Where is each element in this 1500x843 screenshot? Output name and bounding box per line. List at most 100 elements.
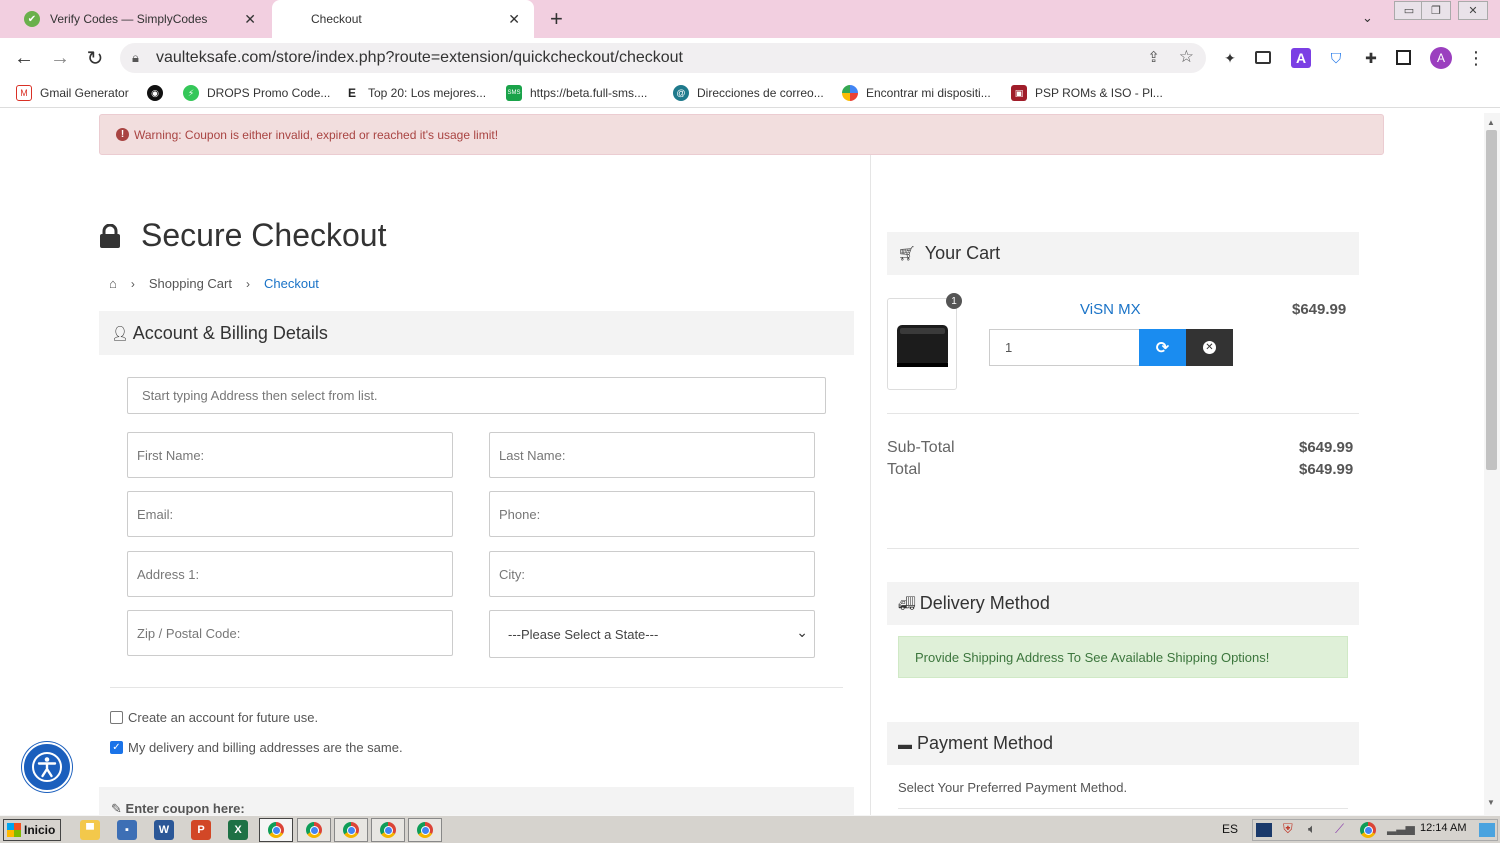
zip-field[interactable]: Zip / Postal Code: — [127, 610, 453, 656]
read-aloud-icon[interactable]: ✦ — [1220, 48, 1240, 68]
cart-icon: 🛒︎ — [898, 245, 916, 261]
side-panel-icon[interactable] — [1396, 50, 1411, 65]
scroll-down-icon[interactable]: ▼ — [1487, 798, 1495, 807]
checkbox-unchecked[interactable] — [110, 711, 123, 724]
shield-icon[interactable]: ⛉ — [1326, 48, 1346, 68]
mail-globe-icon: @ — [673, 85, 689, 101]
taskbar-chrome-window[interactable] — [371, 818, 405, 842]
product-thumbnail[interactable] — [887, 298, 957, 390]
bookmark-item[interactable]: ⚡ DROPS Promo Code... — [183, 85, 330, 101]
gmail-generator-icon: M — [16, 85, 32, 101]
tab-checkout[interactable]: Checkout ✕ — [272, 0, 534, 38]
shipping-info-alert: Provide Shipping Address To See Availabl… — [898, 636, 1348, 678]
volume-icon[interactable]: 🔈︎ — [1308, 821, 1316, 837]
address1-field[interactable]: Address 1: — [127, 551, 453, 597]
product-name-link[interactable]: ViSN MX — [1080, 301, 1141, 318]
chrome-icon[interactable] — [1360, 822, 1376, 838]
extension-a-icon[interactable]: A — [1291, 48, 1311, 68]
clock: 12:14 AM — [1420, 822, 1467, 834]
same-address-checkbox[interactable]: ✓ My delivery and billing addresses are … — [110, 740, 403, 755]
language-indicator[interactable]: ES — [1222, 822, 1238, 836]
divider — [898, 808, 1348, 809]
page-title: Secure Checkout — [141, 217, 387, 253]
taskbar-chrome-window[interactable] — [259, 818, 293, 842]
bookmark-star-icon[interactable]: ☆ — [1179, 47, 1194, 67]
accessibility-button[interactable] — [22, 742, 72, 792]
breadcrumb-checkout[interactable]: Checkout — [264, 276, 319, 291]
picture-in-picture-icon[interactable] — [1255, 51, 1271, 64]
back-icon[interactable]: ← — [10, 44, 38, 72]
powerpoint-icon[interactable]: P — [191, 820, 211, 840]
bookmark-item[interactable]: E Top 20: Los mejores... — [344, 85, 486, 101]
start-button[interactable]: Inicio — [3, 819, 61, 841]
tab-strip: ✔ Verify Codes — SimplyCodes ✕ Checkout … — [0, 0, 1500, 38]
security-icon[interactable]: ⛨ — [1283, 821, 1293, 837]
bookmark-item[interactable]: ◉ — [147, 85, 171, 101]
bookmark-item[interactable]: SMS https://beta.full-sms.... — [506, 85, 647, 101]
web-page: ! Warning: Coupon is either invalid, exp… — [0, 113, 1484, 815]
phone-field[interactable]: Phone: — [489, 491, 815, 537]
share-icon[interactable]: ⇪ — [1147, 48, 1160, 66]
simplycodes-icon: ✔ — [24, 11, 40, 27]
bookmark-item[interactable]: ▣ PSP ROMs & ISO - Pl... — [1011, 85, 1163, 101]
refresh-quantity-button[interactable]: ⟳ — [1139, 329, 1186, 366]
menu-icon[interactable]: ⋮ — [1466, 48, 1486, 68]
chrome-icon — [343, 822, 359, 838]
excel-icon[interactable]: X — [228, 820, 248, 840]
safe-product-image — [897, 325, 948, 367]
chevron-down-icon[interactable]: ⌄ — [1362, 10, 1373, 26]
payment-method-header: ▬ Payment Method — [887, 722, 1359, 765]
divider — [110, 687, 843, 688]
network-monitor-icon[interactable] — [1256, 823, 1272, 837]
checkbox-checked[interactable]: ✓ — [110, 741, 123, 754]
folder-icon[interactable]: ▀ — [80, 820, 100, 840]
close-icon[interactable]: ✕ — [508, 11, 520, 28]
divider — [887, 413, 1359, 414]
scrollbar-thumb[interactable] — [1486, 130, 1497, 470]
signal-icon[interactable]: ▂▃▅ — [1387, 821, 1415, 835]
address-search-input[interactable]: Start typing Address then select from li… — [127, 377, 826, 414]
taskbar-chrome-window[interactable] — [334, 818, 368, 842]
first-name-field[interactable]: First Name: — [127, 432, 453, 478]
bookmark-item[interactable]: @ Direcciones de correo... — [673, 85, 824, 101]
close-icon[interactable]: ✕ — [244, 11, 256, 28]
word-icon[interactable]: W — [154, 820, 174, 840]
computer-icon[interactable]: ▪ — [117, 820, 137, 840]
quantity-input[interactable]: 1 — [989, 329, 1140, 366]
subtotal-label: Sub-Total — [887, 439, 955, 456]
new-tab-icon[interactable]: + — [550, 6, 563, 32]
divider — [887, 548, 1359, 549]
home-icon[interactable]: ⌂ — [109, 276, 117, 291]
tag-icon: ✎ — [111, 801, 122, 815]
quantity-badge: 1 — [946, 293, 962, 309]
forward-icon[interactable]: → — [46, 44, 74, 72]
exclamation-circle-icon: ! — [116, 128, 129, 141]
bookmark-item[interactable]: Encontrar mi dispositi... — [842, 85, 991, 101]
breadcrumb-shopping-cart[interactable]: Shopping Cart — [149, 276, 232, 291]
tab-verify-codes[interactable]: ✔ Verify Codes — SimplyCodes ✕ — [14, 0, 270, 38]
taskbar-chrome-window[interactable] — [408, 818, 442, 842]
city-field[interactable]: City: — [489, 551, 815, 597]
remove-item-button[interactable]: ✕ — [1186, 329, 1233, 366]
chrome-icon — [306, 822, 322, 838]
close-window-icon[interactable]: ✕ — [1458, 1, 1488, 20]
show-desktop-icon[interactable] — [1479, 823, 1495, 837]
taskbar-chrome-window[interactable] — [297, 818, 331, 842]
sms-icon: SMS — [506, 85, 522, 101]
email-field[interactable]: Email: — [127, 491, 453, 537]
scroll-up-icon[interactable]: ▲ — [1487, 118, 1495, 127]
pen-icon[interactable]: ⟋ — [1335, 821, 1344, 837]
coupon-header[interactable]: ✎ Enter coupon here: — [99, 787, 854, 815]
address-bar[interactable]: 🔒︎ vaulteksafe.com/store/index.php?route… — [120, 43, 1206, 73]
profile-avatar[interactable]: A — [1430, 47, 1452, 69]
reload-icon[interactable]: ↻ — [81, 44, 109, 72]
taskbar: Inicio ▀ ▪ W P X ES ⛨ 🔈︎ ⟋ ▂▃▅ 12:14 AM — [0, 815, 1500, 843]
create-account-checkbox[interactable]: Create an account for future use. — [110, 710, 318, 725]
find-device-icon — [842, 85, 858, 101]
state-select[interactable]: ---Please Select a State--- ⌄ — [489, 610, 815, 658]
last-name-field[interactable]: Last Name: — [489, 432, 815, 478]
minimize-icon[interactable]: ▭ — [1394, 1, 1424, 20]
bookmark-item[interactable]: M Gmail Generator — [16, 85, 129, 101]
restore-icon[interactable]: ❐ — [1421, 1, 1451, 20]
puzzle-icon[interactable]: ✚ — [1361, 48, 1381, 68]
